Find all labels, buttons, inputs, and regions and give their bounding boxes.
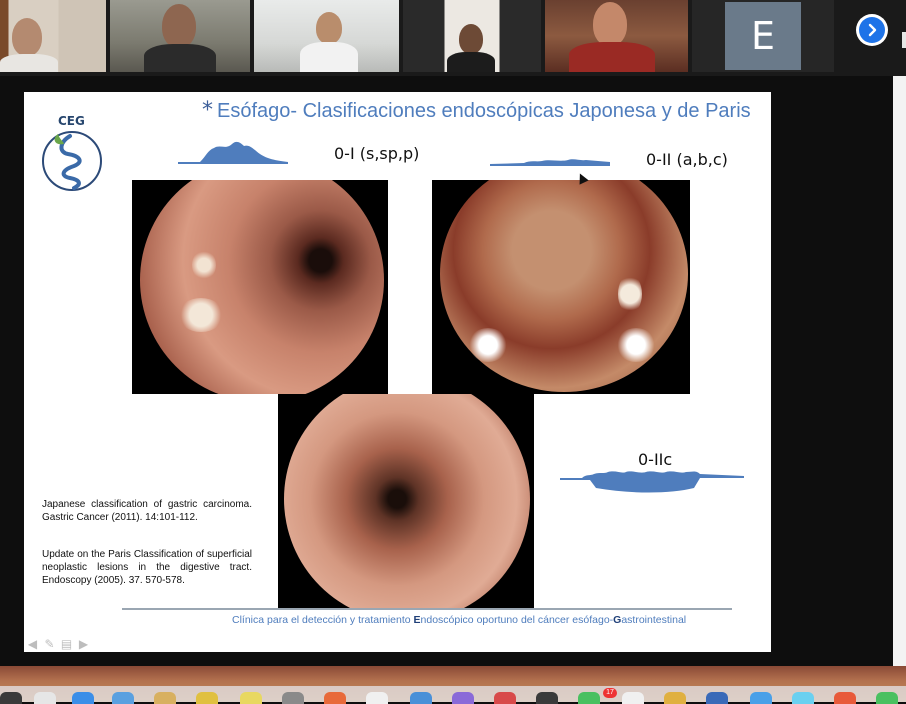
dock-app-icon[interactable] — [154, 692, 176, 704]
chevron-right-icon — [868, 23, 877, 37]
participant-head — [459, 24, 483, 54]
participant-body — [447, 52, 495, 72]
slide-controls: ◀ ✎ ▤ ▶ — [26, 638, 90, 651]
participant-tile[interactable] — [110, 0, 250, 72]
label-0II: 0-II (a,b,c) — [646, 150, 728, 169]
participant-head — [316, 12, 342, 44]
dock-app-icon[interactable] — [750, 692, 772, 704]
slide-title: * Esófago- Clasificaciones endoscópicas J… — [202, 98, 751, 123]
presentation-slide: CEG * Esófago- Clasificaciones endoscópic… — [24, 92, 771, 652]
reference-1: Japanese classification of gastric carci… — [42, 499, 252, 523]
dock-app-icon[interactable] — [0, 692, 22, 704]
participant-tile-active[interactable] — [254, 0, 399, 72]
right-scroll-panel[interactable] — [893, 76, 906, 666]
dock-app-icon[interactable] — [706, 692, 728, 704]
dock-app-icon[interactable] — [452, 692, 474, 704]
pen-icon[interactable]: ✎ — [43, 638, 56, 651]
participant-tile[interactable] — [545, 0, 688, 72]
edge-marker — [902, 32, 906, 48]
profile-0II-diagram — [490, 159, 610, 166]
dock-app-icon[interactable] — [410, 692, 432, 704]
digestive-logo-icon — [42, 131, 102, 191]
participant-tile[interactable]: E — [692, 0, 834, 72]
dock-app-icon[interactable] — [324, 692, 346, 704]
title-asterisk: * — [202, 98, 213, 123]
endoscopy-image-3 — [278, 394, 534, 608]
dock-app-icon[interactable] — [34, 692, 56, 704]
dock-app-icon[interactable] — [622, 692, 644, 704]
dock-app-icon[interactable] — [664, 692, 686, 704]
participant-avatar: E — [725, 2, 801, 70]
participant-tile[interactable] — [0, 0, 106, 72]
participant-body — [300, 42, 358, 72]
footer-text: Clínica para el detección y tratamiento … — [232, 614, 687, 626]
participant-head — [12, 18, 42, 56]
participant-tile[interactable] — [403, 0, 541, 72]
footer-divider — [122, 608, 732, 610]
next-arrow-icon[interactable]: ▶ — [77, 638, 90, 651]
dock-app-icon[interactable] — [366, 692, 388, 704]
dock-app-icon[interactable] — [240, 692, 262, 704]
dock-app-icon[interactable] — [536, 692, 558, 704]
next-participants-button[interactable] — [856, 14, 888, 46]
dock-app-icon[interactable] — [282, 692, 304, 704]
prev-arrow-icon[interactable]: ◀ — [26, 638, 39, 651]
label-0I: 0-I (s,sp,p) — [334, 144, 420, 163]
dock-app-icon[interactable] — [876, 692, 898, 704]
endoscopy-image-1 — [132, 180, 388, 394]
dock-app-icon[interactable] — [72, 692, 94, 704]
participant-body — [144, 44, 216, 72]
dock-app-icon[interactable] — [578, 692, 600, 704]
dock-app-icon[interactable] — [792, 692, 814, 704]
participant-strip: E — [0, 0, 906, 76]
endoscopy-image-2 — [432, 180, 690, 394]
profile-0IIc-diagram — [560, 471, 744, 493]
menu-icon[interactable]: ▤ — [60, 638, 73, 651]
dock-app-icon[interactable] — [834, 692, 856, 704]
participant-head — [162, 4, 196, 48]
reference-2: Update on the Paris Classification of su… — [42, 549, 252, 586]
profile-0I-diagram — [178, 141, 288, 164]
participant-head — [593, 2, 627, 46]
dock-app-icon[interactable] — [494, 692, 516, 704]
dock-app-icon[interactable] — [112, 692, 134, 704]
slide-title-text: Esófago- Clasificaciones endoscópicas Ja… — [217, 100, 751, 122]
ceg-logo: CEG — [40, 112, 106, 196]
logo-text: CEG — [58, 114, 85, 128]
participant-body — [569, 42, 655, 72]
notification-badge: 17 — [603, 688, 617, 698]
participant-body — [0, 54, 58, 72]
dock-app-icon[interactable] — [196, 692, 218, 704]
